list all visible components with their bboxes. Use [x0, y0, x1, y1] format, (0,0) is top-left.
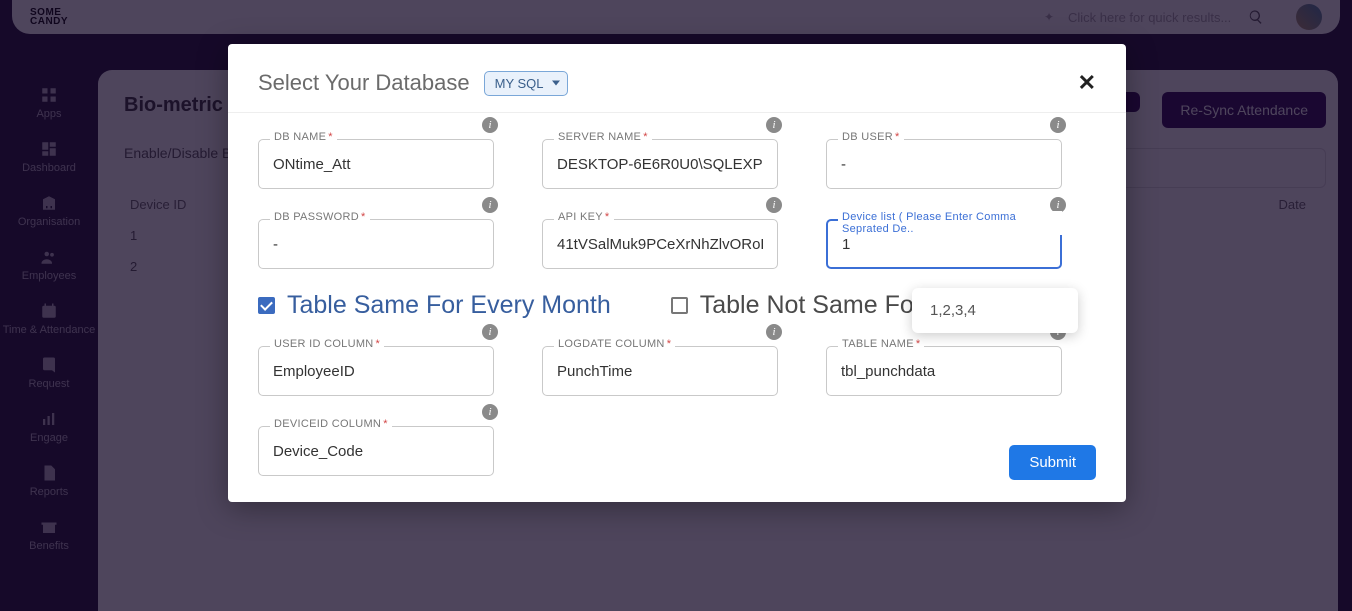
checkbox-icon — [671, 297, 688, 314]
logdate-column-input[interactable] — [542, 346, 778, 396]
info-icon[interactable]: i — [1050, 117, 1066, 133]
device-list-tooltip: 1,2,3,4 — [912, 288, 1078, 333]
fields-grid: i DB NAME* i SERVER NAME* i DB USER* i D… — [258, 139, 1096, 269]
close-icon[interactable]: ✕ — [1078, 72, 1096, 94]
field-label: Device list ( Please Enter Comma Seprate… — [838, 211, 1062, 235]
check-label: Table Not Same For — [700, 291, 922, 320]
checkbox-icon — [258, 297, 275, 314]
db-type-select-wrap[interactable]: MY SQL — [484, 71, 568, 96]
table-name-field: i TABLE NAME* — [826, 346, 1062, 396]
db-user-field: i DB USER* — [826, 139, 1062, 189]
field-label: API KEY* — [554, 211, 614, 223]
deviceid-column-field: i DEVICEID COLUMN* — [258, 426, 494, 476]
device-list-field: i Device list ( Please Enter Comma Sepra… — [826, 219, 1062, 269]
field-label: DEVICEID COLUMN* — [270, 418, 392, 430]
info-icon[interactable]: i — [482, 324, 498, 340]
info-icon[interactable]: i — [766, 197, 782, 213]
db-password-input[interactable] — [258, 219, 494, 269]
field-label: DB NAME* — [270, 131, 337, 143]
field-label: SERVER NAME* — [554, 131, 652, 143]
db-name-input[interactable] — [258, 139, 494, 189]
api-key-input[interactable] — [542, 219, 778, 269]
db-password-field: i DB PASSWORD* — [258, 219, 494, 269]
api-key-field: i API KEY* — [542, 219, 778, 269]
fields-grid-2: i USER ID COLUMN* i LOGDATE COLUMN* i TA… — [258, 346, 1096, 476]
deviceid-column-input[interactable] — [258, 426, 494, 476]
database-modal: Select Your Database MY SQL ✕ i DB NAME*… — [228, 44, 1126, 502]
modal-header: Select Your Database MY SQL ✕ — [258, 70, 1096, 96]
server-name-input[interactable] — [542, 139, 778, 189]
db-name-field: i DB NAME* — [258, 139, 494, 189]
info-icon[interactable]: i — [482, 404, 498, 420]
info-icon[interactable]: i — [766, 324, 782, 340]
field-label: DB USER* — [838, 131, 904, 143]
field-label: USER ID COLUMN* — [270, 338, 384, 350]
table-name-input[interactable] — [826, 346, 1062, 396]
db-user-input[interactable] — [826, 139, 1062, 189]
info-icon[interactable]: i — [482, 117, 498, 133]
logdate-column-field: i LOGDATE COLUMN* — [542, 346, 778, 396]
db-type-select[interactable]: MY SQL — [484, 71, 568, 96]
info-icon[interactable]: i — [482, 197, 498, 213]
submit-button[interactable]: Submit — [1009, 445, 1096, 480]
check-label: Table Same For Every Month — [287, 291, 611, 320]
info-icon[interactable]: i — [766, 117, 782, 133]
user-id-column-input[interactable] — [258, 346, 494, 396]
server-name-field: i SERVER NAME* — [542, 139, 778, 189]
modal-title: Select Your Database — [258, 70, 470, 96]
user-id-column-field: i USER ID COLUMN* — [258, 346, 494, 396]
tooltip-text: 1,2,3,4 — [930, 302, 976, 319]
check-table-not-same[interactable]: Table Not Same For — [671, 291, 922, 320]
check-table-same[interactable]: Table Same For Every Month — [258, 291, 611, 320]
divider — [228, 112, 1126, 113]
field-label: DB PASSWORD* — [270, 211, 370, 223]
field-label: TABLE NAME* — [838, 338, 924, 350]
field-label: LOGDATE COLUMN* — [554, 338, 675, 350]
